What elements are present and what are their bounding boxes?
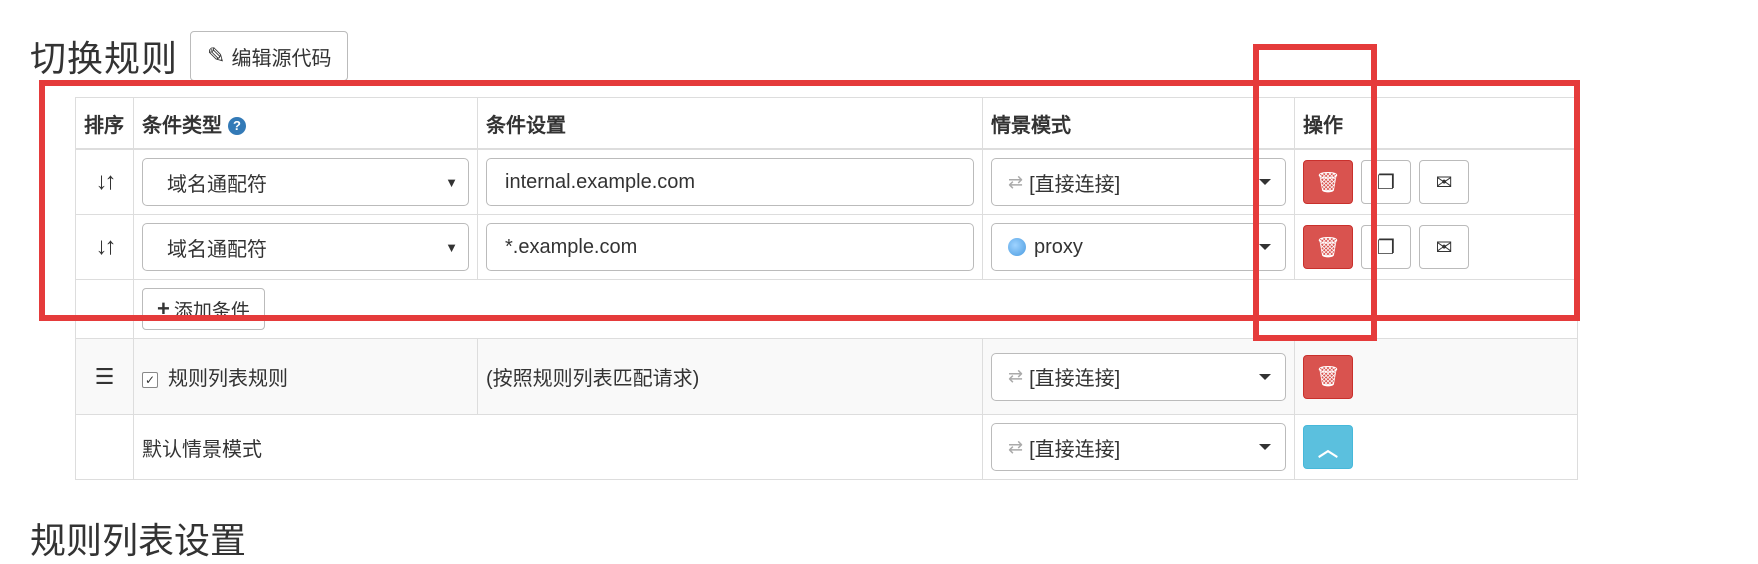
profile-select[interactable]: ⇄ [直接连接] <box>991 352 1286 401</box>
swap-icon: ⇄ <box>1008 171 1024 192</box>
trash-icon: 🗑 <box>1315 366 1341 388</box>
profile-cell: ⇄ [直接连接] <box>982 148 1295 215</box>
table-row: ↓↑ 域名通配符 ▼ *.example.com proxy 🗑 ❐ ✉ <box>75 214 1578 280</box>
condition-type-select[interactable]: 域名通配符 ▼ <box>142 158 469 206</box>
actions-cell: 🗑 ❐ ✉ <box>1294 148 1578 215</box>
plus-icon: + <box>157 296 170 321</box>
delete-button[interactable]: 🗑 <box>1303 354 1353 399</box>
rule-list-row: ☰ ✓ 规则列表规则 (按照规则列表匹配请求) ⇄ [直接连接] 🗑 <box>75 338 1578 415</box>
condition-type-value: 域名通配符 <box>167 238 267 261</box>
add-condition-label: 添加条件 <box>173 300 250 322</box>
profile-value: [直接连接] <box>1029 173 1121 196</box>
trash-icon: 🗑 <box>1315 171 1341 194</box>
collapse-button[interactable]: ︿ <box>1303 425 1353 469</box>
condition-value-input[interactable]: *.example.com <box>486 223 974 271</box>
actions-cell: 🗑 ❐ ✉ <box>1294 214 1578 280</box>
section-header: 切换规则 ✎ 编辑源代码 <box>30 30 349 82</box>
comment-icon: ✉ <box>1435 236 1453 259</box>
sort-cell: ↓↑ <box>75 214 134 280</box>
sort-handle-icon[interactable]: ↓↑ <box>96 233 117 260</box>
edit-source-button[interactable]: ✎ 编辑源代码 <box>190 31 349 81</box>
page-title: 切换规则 <box>30 38 179 79</box>
table-header-row: 排序 条件类型? 条件设置 情景模式 操作 <box>75 97 1578 150</box>
actions-cell: ︿ <box>1294 414 1578 480</box>
swap-icon: ⇄ <box>1008 366 1024 386</box>
condition-type-select[interactable]: 域名通配符 ▼ <box>142 223 469 271</box>
default-label: 默认情景模式 <box>133 414 983 480</box>
caret-down-icon <box>1259 444 1271 450</box>
condition-cell: *.example.com <box>477 214 983 280</box>
add-condition-cell: + 添加条件 <box>133 279 1578 339</box>
chevron-up-icon: ︿ <box>1318 438 1338 461</box>
header-sort: 排序 <box>75 97 134 150</box>
chevron-down-icon: ▼ <box>445 239 458 255</box>
header-condition-type: 条件类型? <box>133 97 478 150</box>
profile-value: [直接连接] <box>1029 368 1121 390</box>
rule-list-cell: ✓ 规则列表规则 <box>133 338 478 415</box>
header-condition-type-label: 条件类型 <box>142 114 222 137</box>
header-actions: 操作 <box>1294 97 1578 150</box>
rule-list-checkbox[interactable]: ✓ <box>142 371 158 388</box>
rule-list-description: (按照规则列表匹配请求) <box>477 338 983 415</box>
caret-down-icon <box>1259 179 1271 185</box>
condition-value-input[interactable]: internal.example.com <box>486 158 974 206</box>
delete-button[interactable]: 🗑 <box>1303 160 1353 204</box>
add-condition-row: + 添加条件 <box>75 279 1578 339</box>
empty-cell <box>75 414 134 480</box>
next-section-title: 规则列表设置 <box>30 520 247 561</box>
comment-icon: ✉ <box>1435 171 1453 194</box>
profile-select[interactable]: proxy <box>991 223 1286 271</box>
clone-button[interactable]: ❐ <box>1361 160 1411 204</box>
list-icon-cell: ☰ <box>75 338 134 415</box>
caret-down-icon <box>1259 244 1271 250</box>
header-condition-value: 条件设置 <box>477 97 983 150</box>
condition-type-value: 域名通配符 <box>167 173 267 196</box>
type-cell: 域名通配符 ▼ <box>133 148 478 215</box>
empty-cell <box>75 279 134 339</box>
sort-cell: ↓↑ <box>75 148 134 215</box>
sort-handle-icon[interactable]: ↓↑ <box>96 168 117 195</box>
table-row: ↓↑ 域名通配符 ▼ internal.example.com ⇄ [直接连接] … <box>75 148 1578 215</box>
header-profile: 情景模式 <box>982 97 1295 150</box>
list-icon: ☰ <box>94 363 115 389</box>
switch-rules-table: 排序 条件类型? 条件设置 情景模式 操作 ↓↑ 域名通配符 ▼ interna… <box>75 97 1578 480</box>
globe-icon <box>1008 238 1026 256</box>
chevron-down-icon: ▼ <box>445 174 458 190</box>
copy-icon: ❐ <box>1377 171 1395 194</box>
type-cell: 域名通配符 ▼ <box>133 214 478 280</box>
copy-icon: ❐ <box>1377 236 1395 259</box>
profile-value: [直接连接] <box>1029 438 1121 461</box>
note-button[interactable]: ✉ <box>1419 225 1469 269</box>
edit-icon: ✎ <box>207 43 226 68</box>
caret-down-icon <box>1259 373 1271 380</box>
trash-icon: 🗑 <box>1315 236 1341 259</box>
default-profile-select[interactable]: ⇄ [直接连接] <box>991 423 1286 471</box>
help-icon[interactable]: ? <box>228 117 246 136</box>
profile-cell: proxy <box>982 214 1295 280</box>
default-profile-row: 默认情景模式 ⇄ [直接连接] ︿ <box>75 414 1578 480</box>
note-button[interactable]: ✉ <box>1419 160 1469 204</box>
profile-value: proxy <box>1034 235 1083 258</box>
edit-source-label: 编辑源代码 <box>231 47 332 70</box>
profile-select[interactable]: ⇄ [直接连接] <box>991 158 1286 206</box>
add-condition-button[interactable]: + 添加条件 <box>142 288 265 330</box>
rule-list-label: 规则列表规则 <box>168 368 288 390</box>
profile-cell: ⇄ [直接连接] <box>982 338 1295 415</box>
swap-icon: ⇄ <box>1008 436 1024 457</box>
profile-cell: ⇄ [直接连接] <box>982 414 1295 480</box>
condition-cell: internal.example.com <box>477 148 983 215</box>
delete-button[interactable]: 🗑 <box>1303 225 1353 269</box>
actions-cell: 🗑 <box>1294 338 1578 415</box>
clone-button[interactable]: ❐ <box>1361 225 1411 269</box>
